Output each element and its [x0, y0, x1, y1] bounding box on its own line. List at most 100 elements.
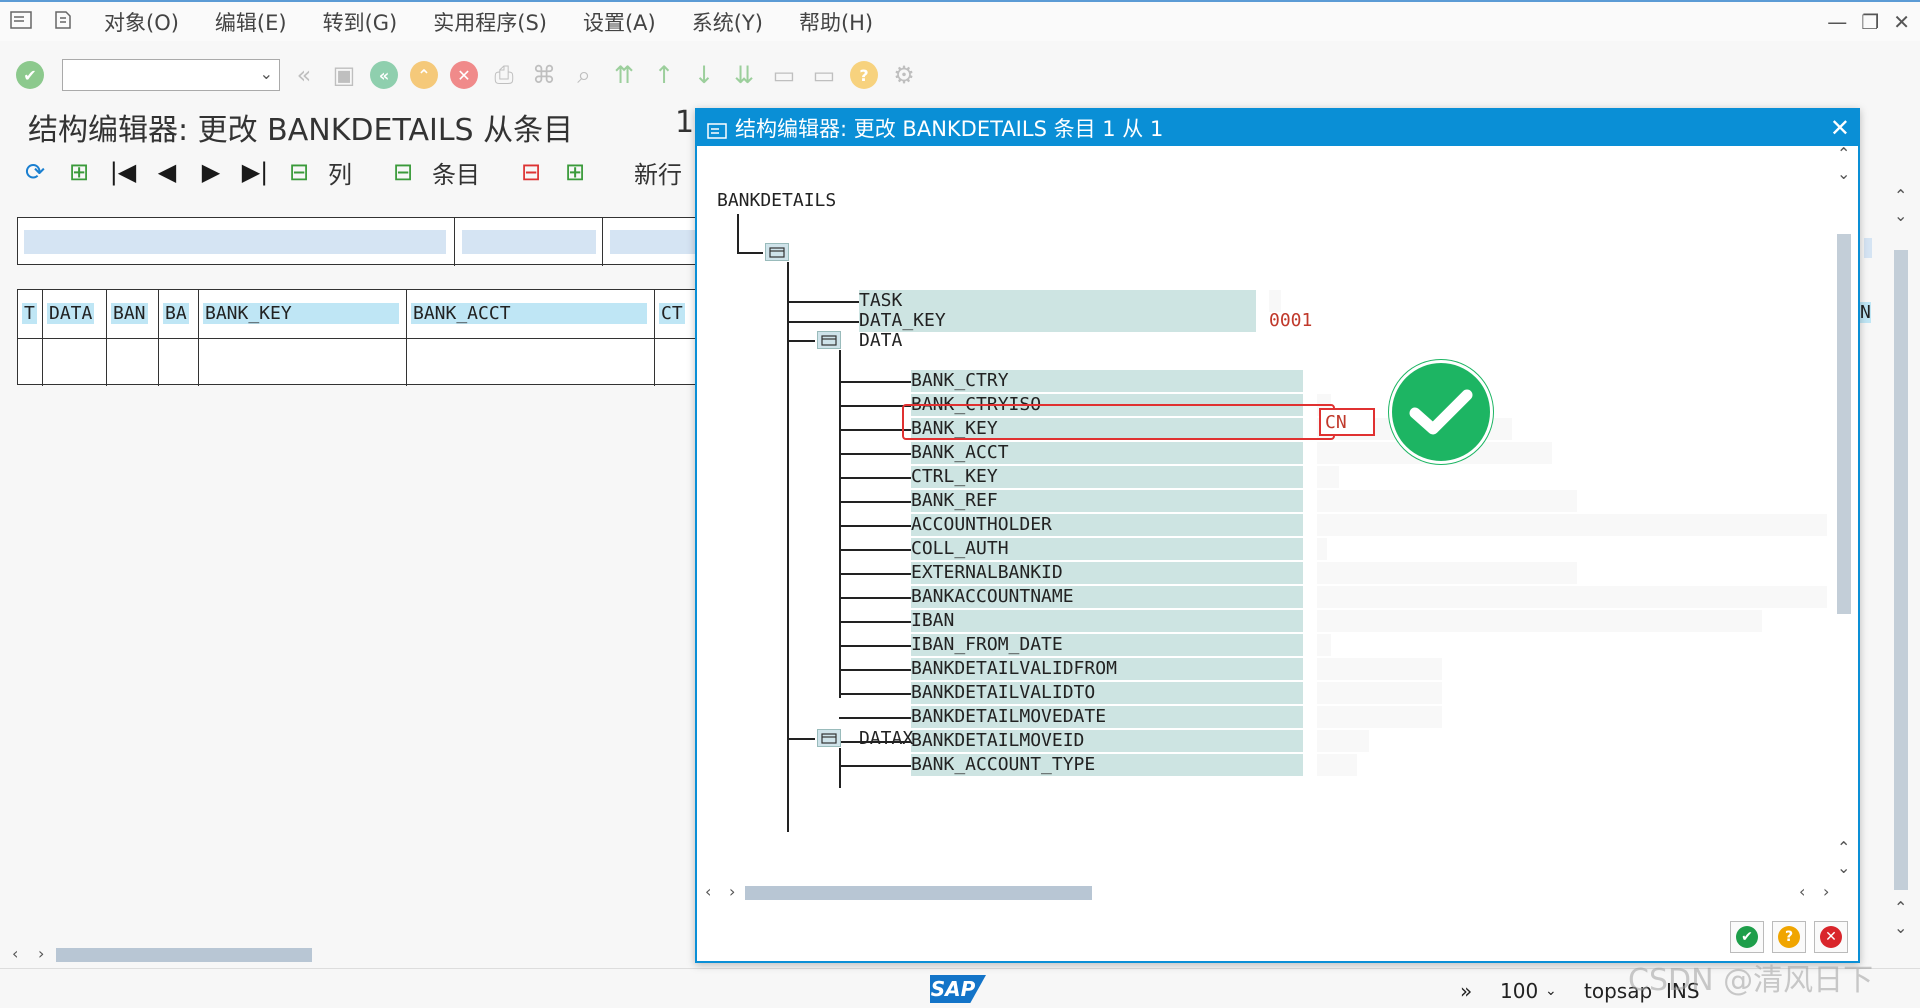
column-header[interactable]: CT: [655, 290, 698, 338]
scroll-thumb[interactable]: [1837, 234, 1851, 614]
column-button[interactable]: 列: [328, 155, 352, 190]
chevron-down-icon[interactable]: ⌄: [1545, 983, 1557, 999]
scroll-thumb[interactable]: [56, 948, 312, 962]
help-icon[interactable]: ?: [850, 61, 878, 89]
field-value-input[interactable]: [1317, 562, 1577, 584]
menu-item-goto[interactable]: 转到(G): [323, 7, 398, 37]
menu-item-system[interactable]: 系统(Y): [692, 7, 763, 37]
field-value-input[interactable]: [1317, 610, 1762, 632]
scroll-down-icon[interactable]: ⌄: [1894, 206, 1907, 225]
scroll-up-icon[interactable]: ⌃: [1837, 144, 1850, 163]
menu-item-object[interactable]: 对象(O): [104, 7, 179, 37]
cancel-button[interactable]: ✕: [1814, 921, 1848, 953]
scroll-right-icon[interactable]: ›: [1823, 882, 1829, 901]
field-value-input[interactable]: [1317, 634, 1331, 656]
field-value-input[interactable]: [1317, 730, 1369, 752]
save-icon[interactable]: ▣: [330, 61, 358, 89]
left-horizontal-scrollbar[interactable]: ‹ ›: [10, 944, 690, 964]
column-header[interactable]: BAN: [107, 290, 159, 338]
zoom-level[interactable]: 100: [1500, 979, 1538, 1003]
command-field[interactable]: ⌄: [62, 59, 280, 91]
help-button[interactable]: ?: [1772, 921, 1806, 953]
find-next-icon[interactable]: ⌕: [570, 61, 598, 89]
header-cell[interactable]: [610, 230, 700, 254]
last-page-icon[interactable]: ⇊: [730, 61, 758, 89]
exit-icon[interactable]: ⌃: [410, 61, 438, 89]
favorites-icon[interactable]: [52, 10, 74, 34]
scroll-left-icon[interactable]: ‹: [1799, 882, 1805, 901]
field-value-task[interactable]: [1269, 290, 1281, 312]
field-value-input[interactable]: [1317, 466, 1339, 488]
confirm-button[interactable]: ✔: [1730, 921, 1764, 953]
chevron-down-icon[interactable]: ⌄: [260, 64, 273, 83]
new-line-button[interactable]: 新行: [634, 155, 682, 190]
scroll-right-icon[interactable]: ›: [38, 944, 44, 963]
menu-icon[interactable]: [10, 10, 32, 33]
column-header[interactable]: T: [18, 290, 43, 338]
field-value-input[interactable]: [1317, 490, 1577, 512]
field-value-input[interactable]: [1317, 706, 1442, 728]
folder-icon[interactable]: [817, 729, 841, 747]
next-page-icon[interactable]: ↓: [690, 61, 718, 89]
field-value-input[interactable]: [1317, 658, 1442, 680]
menu-item-settings[interactable]: 设置(A): [583, 7, 656, 37]
minimize-icon[interactable]: —: [1827, 10, 1847, 34]
previous-entry-icon[interactable]: ◀: [152, 157, 182, 187]
previous-page-icon[interactable]: ↑: [650, 61, 678, 89]
scroll-right-icon[interactable]: ›: [729, 882, 735, 901]
close-window-icon[interactable]: ✕: [1893, 10, 1910, 34]
print-icon[interactable]: ⎙: [490, 61, 518, 89]
next-entry-icon[interactable]: ▶: [196, 157, 226, 187]
field-value-input[interactable]: [1317, 586, 1827, 608]
double-left-icon[interactable]: «: [290, 61, 318, 89]
column-header[interactable]: BANK_KEY: [199, 290, 407, 338]
bank-ctry-input[interactable]: CN: [1319, 408, 1375, 436]
find-icon[interactable]: ⌘: [530, 61, 558, 89]
last-entry-icon[interactable]: ▶|: [240, 157, 270, 187]
back-icon[interactable]: «: [370, 61, 398, 89]
folder-icon[interactable]: [765, 243, 789, 261]
hierarchy-icon[interactable]: ⊞: [64, 157, 94, 187]
dialog-menu-icon[interactable]: [707, 120, 727, 139]
field-value-input[interactable]: [1317, 754, 1357, 776]
dialog-horizontal-scrollbar[interactable]: ‹ › ‹ ›: [701, 882, 1841, 902]
scroll-up-icon[interactable]: ⌃: [1894, 898, 1907, 917]
new-session-icon[interactable]: ▭: [770, 61, 798, 89]
entry-button[interactable]: 条目: [432, 155, 480, 190]
menu-item-help[interactable]: 帮助(H): [799, 7, 873, 37]
field-value-input[interactable]: [1317, 682, 1442, 704]
menu-item-utilities[interactable]: 实用程序(S): [433, 7, 547, 37]
menu-item-edit[interactable]: 编辑(E): [215, 7, 287, 37]
column-header[interactable]: BANK_ACCT: [407, 290, 655, 338]
field-value-data-key[interactable]: 0001: [1269, 310, 1312, 331]
header-cell[interactable]: [24, 230, 446, 254]
expand-status-icon[interactable]: »: [1460, 979, 1472, 1003]
column-icon[interactable]: ⊟: [284, 157, 314, 187]
cancel-icon[interactable]: ✕: [450, 61, 478, 89]
scroll-up-icon[interactable]: ⌃: [1837, 838, 1850, 857]
column-header[interactable]: DATA: [43, 290, 107, 338]
column-header[interactable]: BA: [159, 290, 199, 338]
scroll-down-icon[interactable]: ⌄: [1837, 858, 1850, 877]
field-value-input[interactable]: [1317, 538, 1327, 560]
header-cell[interactable]: [462, 230, 596, 254]
scroll-down-icon[interactable]: ⌄: [1894, 918, 1907, 937]
gear-icon[interactable]: ⚙: [890, 61, 918, 89]
restore-icon[interactable]: ❐: [1861, 10, 1879, 34]
refresh-icon[interactable]: ⟳: [20, 157, 50, 187]
shortcut-icon[interactable]: ▭: [810, 61, 838, 89]
dialog-vertical-scrollbar[interactable]: ⌃ ⌄ ⌃ ⌄: [1835, 144, 1853, 880]
scroll-left-icon[interactable]: ‹: [12, 944, 18, 963]
enter-check-icon[interactable]: ✔: [16, 61, 44, 89]
delete-row-icon[interactable]: ⊟: [516, 157, 546, 187]
scroll-left-icon[interactable]: ‹: [705, 882, 711, 901]
field-value-input[interactable]: [1317, 514, 1827, 536]
insert-row-icon[interactable]: ⊞: [560, 157, 590, 187]
first-page-icon[interactable]: ⇈: [610, 61, 638, 89]
folder-icon[interactable]: [817, 331, 841, 349]
first-entry-icon[interactable]: |◀: [108, 157, 138, 187]
scroll-thumb[interactable]: [745, 886, 1092, 900]
scroll-down-icon[interactable]: ⌄: [1837, 164, 1850, 183]
background-vertical-scrollbar[interactable]: ⌃ ⌄ ⌃ ⌄: [1890, 186, 1912, 950]
entry-icon[interactable]: ⊟: [388, 157, 418, 187]
